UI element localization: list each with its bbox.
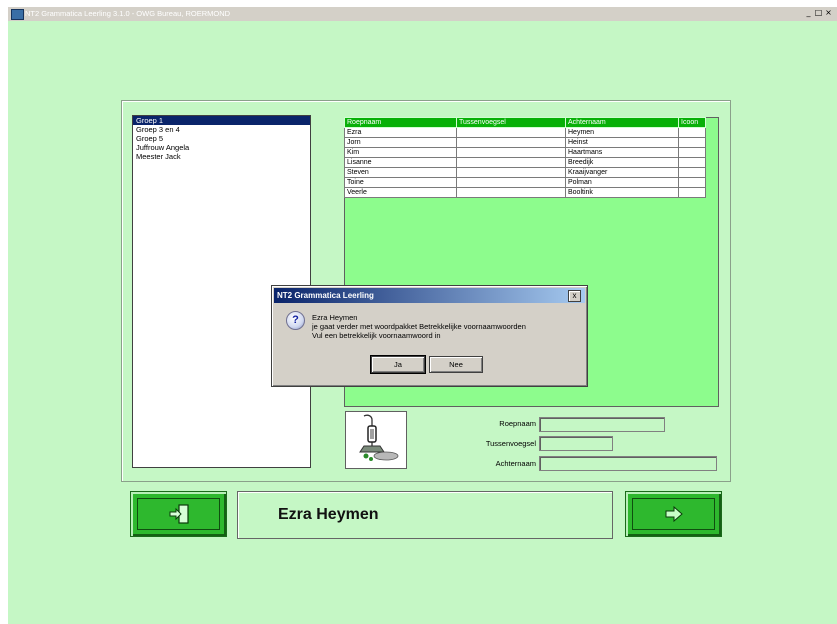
cell-icoon[interactable] — [678, 177, 706, 188]
table-row[interactable]: Steven Kraaijvanger — [344, 167, 706, 178]
cell-tussenvoegsel[interactable] — [456, 147, 566, 158]
dialog-line-1: Ezra Heymen — [312, 313, 358, 322]
dialog-line-2: je gaat verder met woordpakket Betrekkel… — [312, 322, 526, 331]
cell-achternaam[interactable]: Booltink — [565, 187, 679, 198]
current-student-name: Ezra Heymen — [278, 506, 379, 523]
table-row[interactable]: Lisanne Breedijk — [344, 157, 706, 168]
students-table: Roepnaam Tussenvoegsel Achternaam Icoon … — [344, 117, 706, 198]
dialog-title-bar: NT2 Grammatica Leerling x — [274, 288, 585, 303]
group-item[interactable]: Meester Jack — [133, 152, 310, 161]
close-button[interactable]: × — [824, 8, 833, 18]
next-button[interactable] — [625, 491, 722, 537]
column-header-tussenvoegsel[interactable]: Tussenvoegsel — [456, 117, 566, 128]
no-button[interactable]: Nee — [429, 356, 483, 373]
achternaam-input[interactable] — [539, 456, 717, 471]
cell-icoon[interactable] — [678, 167, 706, 178]
cell-roepnaam[interactable]: Veerle — [344, 187, 457, 198]
cell-achternaam[interactable]: Heymen — [565, 127, 679, 138]
dialog-title: NT2 Grammatica Leerling — [277, 291, 374, 300]
column-header-achternaam[interactable]: Achternaam — [565, 117, 679, 128]
cell-achternaam[interactable]: Haartmans — [565, 147, 679, 158]
cell-icoon[interactable] — [678, 147, 706, 158]
student-icon-image — [345, 411, 407, 469]
cell-achternaam[interactable]: Breedijk — [565, 157, 679, 168]
roepnaam-label: Roepnaam — [499, 419, 536, 428]
cell-roepnaam[interactable]: Steven — [344, 167, 457, 178]
cell-icoon[interactable] — [678, 137, 706, 148]
cell-achternaam[interactable]: Polman — [565, 177, 679, 188]
cell-tussenvoegsel[interactable] — [456, 137, 566, 148]
cell-tussenvoegsel[interactable] — [456, 167, 566, 178]
window-title: NT2 Grammatica Leerling 3.1.0 - OWG Bure… — [25, 9, 231, 18]
minimize-button[interactable]: _ — [804, 8, 813, 18]
cell-icoon[interactable] — [678, 157, 706, 168]
exit-door-icon — [169, 504, 189, 524]
cell-roepnaam[interactable]: Lisanne — [344, 157, 457, 168]
app-icon — [11, 9, 24, 20]
cell-tussenvoegsel[interactable] — [456, 127, 566, 138]
cell-roepnaam[interactable]: Ezra — [344, 127, 457, 138]
table-row[interactable]: Veerle Booltink — [344, 187, 706, 198]
microphone-icon — [359, 414, 399, 461]
table-row[interactable]: Ezra Heymen — [344, 127, 706, 138]
dialog-line-3: Vul een betrekkelijk voornaamwoord in — [312, 331, 441, 340]
tussenvoegsel-label: Tussenvoegsel — [485, 439, 536, 448]
cell-roepnaam[interactable]: Toine — [344, 177, 457, 188]
title-bar: NT2 Grammatica Leerling 3.1.0 - OWG Bure… — [8, 7, 837, 21]
exit-button[interactable] — [130, 491, 227, 537]
cell-tussenvoegsel[interactable] — [456, 157, 566, 168]
cell-icoon[interactable] — [678, 187, 706, 198]
group-item[interactable]: Groep 3 en 4 — [133, 125, 310, 134]
column-header-icoon[interactable]: Icoon — [678, 117, 706, 128]
yes-button[interactable]: Ja — [370, 355, 426, 374]
arrow-right-icon — [665, 505, 683, 523]
cell-achternaam[interactable]: Heinst — [565, 137, 679, 148]
question-icon: ? — [286, 311, 305, 330]
current-student-panel: Ezra Heymen — [237, 491, 613, 539]
table-row[interactable]: Toine Polman — [344, 177, 706, 188]
roepnaam-input[interactable] — [539, 417, 665, 432]
group-item[interactable]: Juffrouw Angela — [133, 143, 310, 152]
cell-achternaam[interactable]: Kraaijvanger — [565, 167, 679, 178]
tussenvoegsel-input[interactable] — [539, 436, 613, 451]
group-item[interactable]: Groep 5 — [133, 134, 310, 143]
group-item[interactable]: Groep 1 — [133, 116, 310, 125]
table-row[interactable]: Kim Haartmans — [344, 147, 706, 158]
achternaam-label: Achternaam — [495, 459, 536, 468]
dialog-close-button[interactable]: x — [568, 290, 581, 302]
cell-tussenvoegsel[interactable] — [456, 177, 566, 188]
confirm-dialog: NT2 Grammatica Leerling x ? Ezra Heymen … — [271, 285, 588, 387]
cell-roepnaam[interactable]: Kim — [344, 147, 457, 158]
cell-roepnaam[interactable]: Jorn — [344, 137, 457, 148]
cell-icoon[interactable] — [678, 127, 706, 138]
table-row[interactable]: Jorn Heinst — [344, 137, 706, 148]
maximize-button[interactable]: □ — [814, 8, 823, 18]
column-header-roepnaam[interactable]: Roepnaam — [344, 117, 457, 128]
cell-tussenvoegsel[interactable] — [456, 187, 566, 198]
